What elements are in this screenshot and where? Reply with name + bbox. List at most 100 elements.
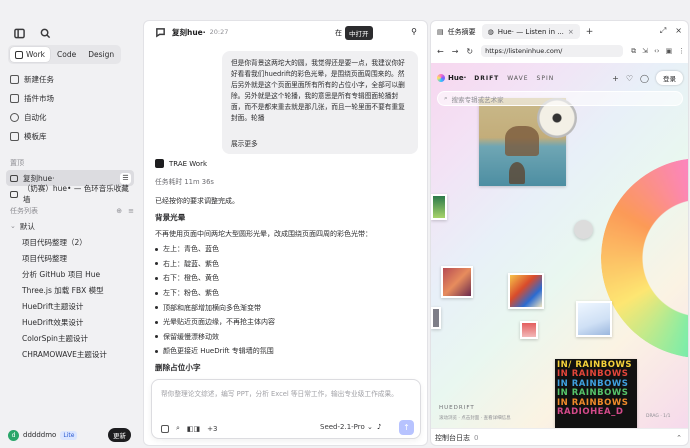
folder-default[interactable]: ⌄ 默认 — [6, 218, 134, 234]
cover-text: IN/ RAINBOWS IN RAINBOWS IN RAINBOWS IN … — [557, 360, 632, 417]
task-item[interactable]: ColorSpin主题设计 — [6, 330, 134, 346]
reload-icon[interactable]: ↻ — [466, 47, 473, 56]
heart-icon[interactable]: ♡ — [626, 74, 633, 83]
chat-time: 20:27 — [209, 28, 229, 36]
user-icon[interactable]: ◯ — [640, 74, 649, 83]
close-icon[interactable]: × — [568, 28, 574, 36]
tab-task-summary[interactable]: ▤ 任务摘要 — [431, 24, 482, 39]
site-nav-wave[interactable]: WAVE — [507, 75, 528, 82]
add-icon[interactable]: + — [612, 74, 619, 83]
folder-default-label: 默认 — [19, 221, 35, 231]
album-cover[interactable] — [431, 194, 447, 220]
avatar[interactable]: d — [8, 429, 19, 441]
paperclip-icon[interactable]: ⌕ — [176, 424, 180, 433]
browser-tabs: ▤ 任务摘要 ◍ Hue· — Listen in ... × + ⤢ × — [431, 21, 688, 42]
task-item[interactable]: HueDrift主题设计 — [6, 298, 134, 314]
pinned-item[interactable]: （奶赛）hue• — 色环音乐收藏墙 — [6, 184, 134, 204]
nav-templates[interactable]: 模板库 — [6, 127, 134, 146]
mic-icon[interactable]: ♪ — [377, 423, 381, 431]
model-selector[interactable]: Seed-2.1-Pro ⌄ — [320, 423, 373, 431]
task-item[interactable]: 项目代码整理 — [6, 250, 134, 266]
bullet-item: 右上：靛蓝、紫色 — [155, 257, 420, 272]
bullet-list: 左上：青色、蓝色 右上：靛蓝、紫色 右下：橙色、黄色 左下：粉色、紫色 顶部和底… — [155, 242, 420, 359]
album-cover[interactable] — [431, 307, 441, 329]
album-cover[interactable] — [520, 321, 538, 339]
album-cover[interactable] — [574, 220, 593, 239]
new-task-icon — [10, 75, 19, 84]
chevron-up-icon[interactable]: ⌃ — [676, 434, 682, 442]
console-bar[interactable]: 控制台日志 0 ⌃ — [431, 428, 688, 445]
nav-automation[interactable]: 自动化 — [6, 108, 134, 127]
export-icon[interactable]: ⇲ — [642, 47, 648, 56]
task-item[interactable]: 项目代码整理（2） — [6, 234, 134, 250]
user-message-text: 但是你背景这两坨大的圆，我觉得还是要一点，我建议你好好看看我们huedrift的… — [231, 59, 405, 122]
tool-icons[interactable]: ◧◨ — [187, 425, 200, 433]
nav-new-task[interactable]: 新建任务 — [6, 70, 134, 89]
nav-plugin-market[interactable]: 插件市场 — [6, 89, 134, 108]
bullet-item: 光晕贴近页面边缘，不再抢主体内容 — [155, 315, 420, 330]
update-button[interactable]: 更新 — [108, 428, 131, 442]
site-nav-drift[interactable]: DRIFT — [474, 75, 499, 82]
forward-icon[interactable]: → — [452, 47, 459, 56]
back-icon[interactable]: ← — [437, 47, 444, 56]
task-item[interactable]: Three.js 加载 FBX 模型 — [6, 282, 134, 298]
composer-placeholder[interactable]: 帮你整理论文综述，编写 PPT，分析 Excel 等日常工作，输出专业级工作成果… — [161, 388, 398, 398]
login-button[interactable]: 登录 — [656, 71, 683, 85]
user-name: dddddmo — [23, 431, 57, 439]
album-cover[interactable] — [508, 273, 544, 309]
console-count: 0 — [474, 434, 479, 442]
site-logo[interactable]: Hue· — [437, 74, 466, 82]
tab-task-summary-label: 任务摘要 — [447, 27, 476, 36]
console-label: 控制台日志 — [435, 434, 470, 442]
mode-code-label: Code — [57, 50, 77, 59]
cover-figure — [505, 126, 539, 156]
address-bar: ← → ↻ https://listeninhue.com/ ⧉ ⇲ ‹› ▣ … — [431, 42, 688, 60]
site-search[interactable]: ⌕ 搜索专辑或艺术家 — [437, 91, 683, 106]
url-tools: ⧉ ⇲ ‹› ▣ ⋮ — [631, 47, 685, 56]
copy-icon[interactable]: ⧉ — [631, 47, 636, 56]
site-nav-spin[interactable]: SPIN — [537, 75, 555, 82]
chat-header: 复刻hue· 20:27 — [144, 21, 427, 43]
search-icon[interactable] — [38, 26, 52, 40]
cover-figure — [509, 162, 525, 184]
pin-icon[interactable]: ⚲ — [411, 27, 417, 36]
split-icon[interactable]: ▣ — [666, 47, 673, 56]
open-in-button[interactable]: 中打开 — [345, 26, 373, 40]
message-composer[interactable]: 帮你整理论文综述，编写 PPT，分析 Excel 等日常工作，输出专业级工作成果… — [151, 379, 421, 439]
album-cover-main[interactable] — [479, 98, 577, 186]
new-tab-icon[interactable]: + — [586, 27, 594, 37]
add-folder-icon[interactable]: ⊕ — [116, 207, 122, 215]
sidebar-toggle-icon[interactable] — [12, 26, 26, 40]
chat-bubble-icon — [10, 190, 18, 198]
album-cover[interactable] — [576, 301, 612, 337]
album-cover-in-rainbows[interactable]: IN/ RAINBOWS IN RAINBOWS IN RAINBOWS IN … — [555, 359, 637, 428]
site-search-placeholder: 搜索专辑或艺术家 — [451, 95, 504, 104]
task-item[interactable]: HueDrift效果设计 — [6, 314, 134, 330]
site-logo-text: Hue· — [448, 74, 467, 82]
mode-code[interactable]: Code — [52, 47, 81, 62]
close-panel-icon[interactable]: × — [675, 26, 682, 36]
code-icon[interactable]: ‹› — [654, 47, 660, 56]
url-field[interactable]: https://listeninhue.com/ — [481, 45, 624, 57]
expand-link[interactable]: 展示更多 — [231, 139, 258, 150]
mode-design[interactable]: Design — [83, 47, 119, 62]
more-icon[interactable]: ⋮ — [678, 47, 685, 56]
mode-work[interactable]: Work — [10, 47, 50, 62]
site-header: Hue· DRIFT WAVE SPIN + ♡ ◯ 登录 — [437, 70, 683, 86]
task-duration[interactable]: 任务耗时 11m 36s — [155, 176, 214, 186]
list-icon[interactable]: ☰ — [120, 172, 131, 184]
more-tools-count[interactable]: +3 — [207, 425, 217, 433]
album-cover[interactable] — [441, 266, 473, 298]
nav-templates-label: 模板库 — [24, 132, 47, 141]
trae-logo-icon — [155, 159, 164, 168]
attach-file-icon[interactable] — [161, 424, 169, 433]
send-button[interactable]: ↑ — [399, 420, 414, 435]
agent-response: 已经按你的要求调整完成。 背景光晕 不再使用页面中间两坨大型圆形光晕，改成围绕页… — [155, 193, 420, 376]
filter-icon[interactable]: ≡ — [128, 207, 134, 215]
pinned-section: 置顶 复刻hue· ☰ （奶赛）hue• — 色环音乐收藏墙 — [6, 150, 134, 204]
task-item[interactable]: 分析 GitHub 项目 Hue — [6, 266, 134, 282]
expand-icon[interactable]: ⤢ — [660, 26, 666, 36]
tab-hue[interactable]: ◍ Hue· — Listen in ... × — [481, 24, 580, 39]
logo-icon — [437, 74, 445, 82]
task-item[interactable]: CHRAMOWAVE主题设计 — [6, 346, 134, 362]
